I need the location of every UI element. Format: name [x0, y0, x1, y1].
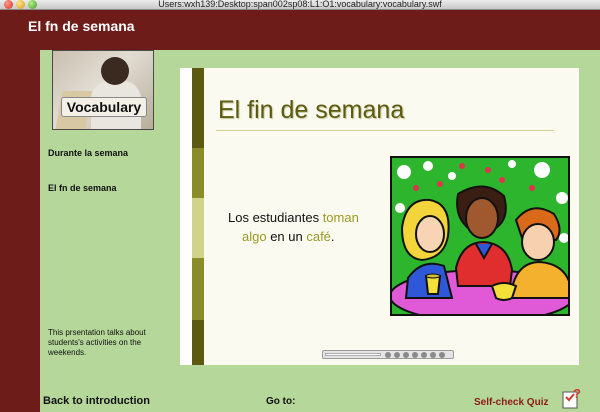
window-title: Users:wxh139:Desktop:span002sp08:L1:O1:v… — [158, 0, 442, 9]
play-icon[interactable] — [403, 352, 409, 358]
sentence-text: Los estudiantes — [228, 210, 323, 225]
quiz-icon[interactable]: ? — [560, 386, 584, 410]
vocab-word: toman — [322, 210, 359, 225]
sidebar-item-el-fin-de-semana[interactable]: El fn de semana — [48, 183, 117, 193]
pause-icon[interactable] — [412, 352, 418, 358]
sentence-text: en un — [266, 229, 307, 244]
slide-title: El fin de semana — [218, 96, 405, 124]
slide-edge — [180, 68, 192, 365]
back-to-introduction-link[interactable]: Back to introduction — [43, 395, 150, 407]
vocab-word: algo — [242, 229, 267, 244]
vocab-word: café — [306, 229, 331, 244]
fast-forward-icon[interactable] — [430, 352, 436, 358]
left-frame — [0, 10, 40, 412]
slide-bar-segment — [192, 148, 204, 198]
playback-controls — [322, 350, 454, 359]
self-check-quiz-link[interactable]: Self-check Quiz — [474, 397, 548, 408]
window-titlebar: Users:wxh139:Desktop:span002sp08:L1:O1:v… — [0, 0, 600, 10]
vocabulary-photo: Vocabulary — [52, 50, 154, 130]
sentence-text: . — [330, 229, 335, 244]
person-head-image — [101, 57, 129, 85]
cafe-illustration-image — [392, 158, 568, 314]
slide-sentence: Los estudiantes toman algo en un café. — [228, 208, 378, 246]
slide-bar-segment — [192, 320, 204, 365]
next-icon[interactable] — [421, 352, 427, 358]
module-title: El fn de semana — [28, 18, 135, 34]
presentation-description: This prsentation talks about students's … — [48, 328, 146, 357]
slide-bar-segment — [192, 258, 204, 320]
slide-panel: El fin de semana Los estudiantes toman a… — [180, 68, 579, 365]
cafe-illustration — [390, 156, 570, 316]
volume-icon[interactable] — [439, 352, 445, 358]
previous-icon[interactable] — [394, 352, 400, 358]
slide-bar-segment — [192, 198, 204, 258]
sidebar-item-durante-la-semana[interactable]: Durante la semana — [48, 148, 128, 158]
vocabulary-label: Vocabulary — [61, 97, 147, 117]
svg-text:?: ? — [573, 386, 581, 401]
slide-divider — [216, 130, 554, 131]
playback-scrubber[interactable] — [325, 353, 381, 356]
go-to-label: Go to: — [266, 396, 296, 407]
rewind-icon[interactable] — [385, 352, 391, 358]
slide-bar-segment — [192, 68, 204, 148]
